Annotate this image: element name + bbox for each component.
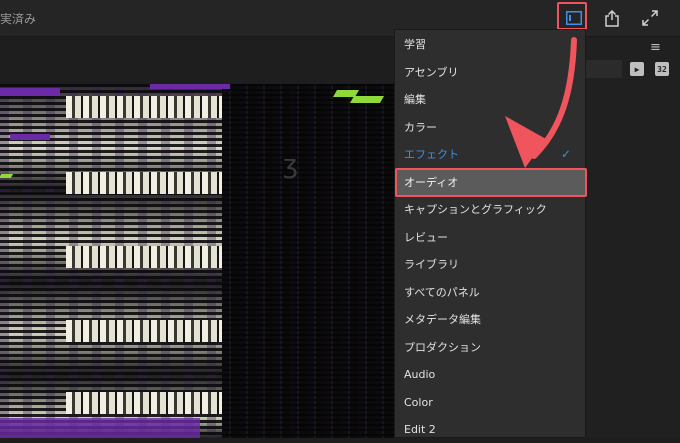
annotation-arrow [505, 37, 577, 168]
